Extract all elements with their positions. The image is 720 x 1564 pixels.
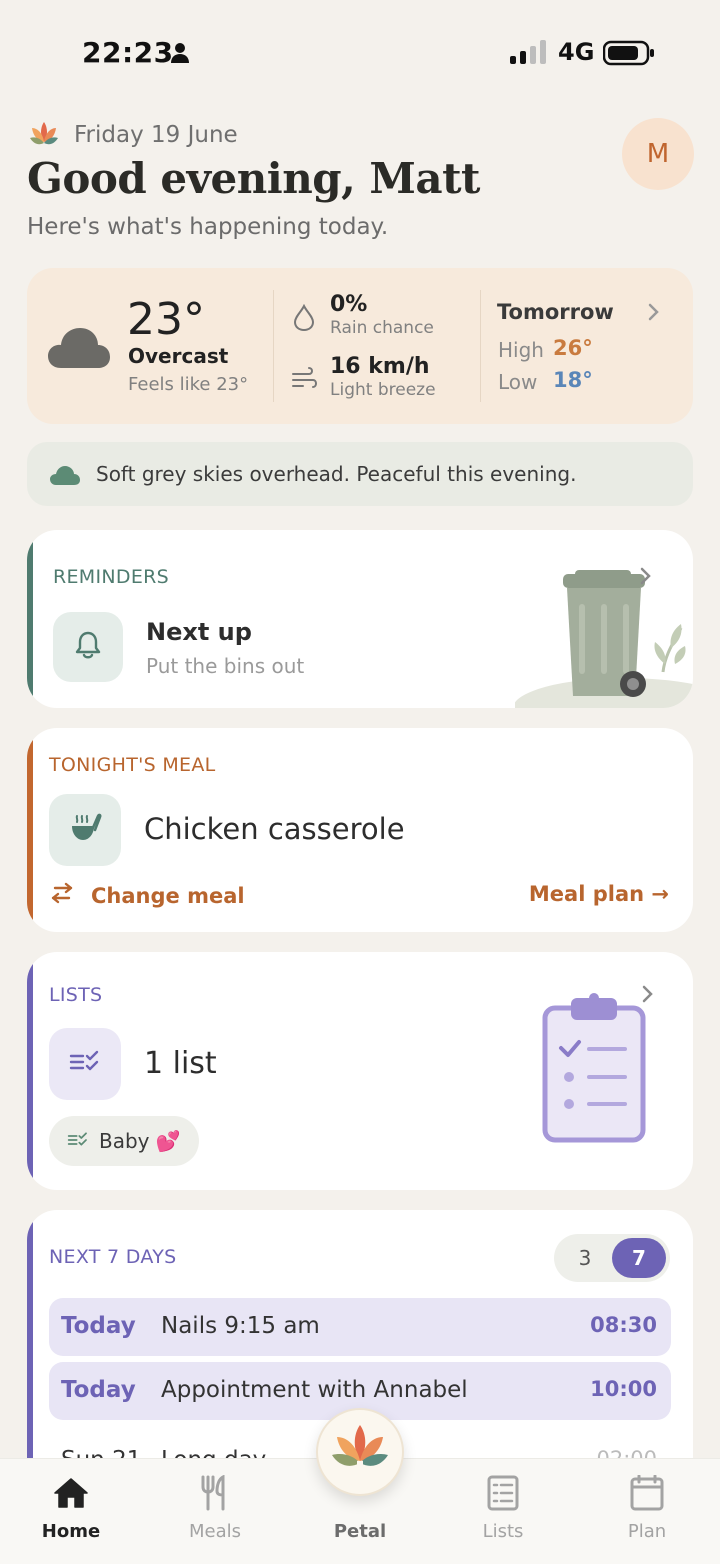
lists-label: LISTS xyxy=(49,984,103,1006)
lists-card[interactable]: LISTS 1 list Baby 💕 xyxy=(27,952,693,1190)
header-date: Friday 19 June xyxy=(74,122,238,148)
high-label: High xyxy=(498,338,544,362)
event-title: Nails 9:15 am xyxy=(161,1313,320,1339)
event-day: Today xyxy=(61,1313,136,1339)
reminders-card[interactable]: REMINDERS Next up Put the bins out xyxy=(27,530,693,708)
utensils-icon xyxy=(195,1474,235,1515)
meal-icon-box xyxy=(49,794,121,866)
wind-label: Light breeze xyxy=(330,380,436,400)
weather-condition: Overcast xyxy=(128,344,229,368)
rain-chance-value: 0% xyxy=(330,292,368,317)
current-temperature: 23° xyxy=(127,294,205,345)
change-meal-button[interactable]: Change meal xyxy=(49,882,245,909)
reminder-icon-box xyxy=(53,612,123,682)
cloud-icon xyxy=(49,464,81,490)
divider xyxy=(273,290,274,402)
reminders-label: REMINDERS xyxy=(53,566,170,588)
swap-icon xyxy=(49,882,75,909)
event-row[interactable]: Today Nails 9:15 am 08:30 xyxy=(49,1298,671,1356)
change-meal-label: Change meal xyxy=(91,883,245,908)
lists-count: 1 list xyxy=(144,1046,217,1081)
rain-chance-label: Rain chance xyxy=(330,318,434,338)
wind-speed-value: 16 km/h xyxy=(330,354,430,379)
mood-text: Soft grey skies overhead. Peaceful this … xyxy=(96,462,577,486)
list-icon xyxy=(483,1475,523,1515)
divider xyxy=(480,290,481,402)
weather-card[interactable]: 23° Overcast Feels like 23° 0% Rain chan… xyxy=(27,268,693,424)
weather-mood-banner: Soft grey skies overhead. Peaceful this … xyxy=(27,442,693,506)
event-day: Today xyxy=(61,1377,136,1403)
bell-icon xyxy=(74,630,102,664)
nav-plan[interactable]: Plan xyxy=(592,1459,702,1559)
next-days-label: NEXT 7 DAYS xyxy=(49,1246,177,1268)
status-bar: 22:23 4G xyxy=(0,0,720,100)
low-temperature: 18° xyxy=(553,368,593,392)
chevron-right-icon[interactable] xyxy=(641,984,655,1008)
soup-ladle-icon xyxy=(68,812,102,848)
signal-icon xyxy=(510,40,546,64)
reminder-subtitle: Put the bins out xyxy=(146,654,305,678)
cloud-icon xyxy=(47,324,111,374)
meal-plan-link[interactable]: Meal plan → xyxy=(529,882,669,906)
card-accent xyxy=(27,530,33,708)
profile-avatar[interactable]: M xyxy=(622,118,694,190)
petal-fab-button[interactable] xyxy=(316,1408,404,1496)
nav-label: Petal xyxy=(333,1521,387,1542)
feels-like: Feels like 23° xyxy=(128,374,249,395)
nav-label: Plan xyxy=(627,1521,667,1542)
event-time: 08:30 xyxy=(590,1313,657,1337)
nav-lists[interactable]: Lists xyxy=(448,1459,558,1559)
clipboard-illustration xyxy=(541,992,647,1148)
home-icon xyxy=(51,1475,91,1515)
list-chip[interactable]: Baby 💕 xyxy=(49,1116,199,1166)
event-title: Appointment with Annabel xyxy=(161,1377,468,1403)
nav-meals[interactable]: Meals xyxy=(160,1459,270,1559)
range-option-7[interactable]: 7 xyxy=(612,1238,666,1278)
event-time: 10:00 xyxy=(590,1377,657,1401)
tomorrow-label: Tomorrow xyxy=(497,300,614,324)
nav-label: Home xyxy=(41,1521,101,1542)
list-chip-label: Baby 💕 xyxy=(99,1129,181,1153)
days-range-toggle: 3 7 xyxy=(554,1234,670,1282)
chevron-right-icon[interactable] xyxy=(647,302,661,326)
wheelie-bin-illustration xyxy=(513,568,693,708)
nav-label: Meals xyxy=(188,1521,241,1542)
low-label: Low xyxy=(498,370,538,394)
avatar-initial: M xyxy=(646,139,670,169)
raindrop-icon xyxy=(293,303,315,336)
card-accent xyxy=(27,952,33,1190)
network-type: 4G xyxy=(558,38,595,66)
petal-logo-icon xyxy=(329,1421,391,1483)
nav-home[interactable]: Home xyxy=(16,1459,126,1559)
meal-title: Chicken casserole xyxy=(144,812,405,846)
calendar-icon xyxy=(627,1474,667,1515)
tonights-meal-card[interactable]: TONIGHT'S MEAL Chicken casserole Change … xyxy=(27,728,693,932)
status-time: 22:23 xyxy=(82,36,174,69)
checklist-icon xyxy=(67,1129,89,1153)
greeting-title: Good evening, Matt xyxy=(27,154,480,203)
battery-icon xyxy=(602,40,655,70)
petal-logo-icon xyxy=(28,120,60,152)
lists-icon-box xyxy=(49,1028,121,1100)
greeting-subtitle: Here's what's happening today. xyxy=(27,214,389,240)
wind-icon xyxy=(291,366,319,394)
card-accent xyxy=(27,728,33,932)
high-temperature: 26° xyxy=(553,336,593,360)
range-option-3[interactable]: 3 xyxy=(558,1238,612,1278)
nav-label: Lists xyxy=(482,1521,524,1542)
meal-label: TONIGHT'S MEAL xyxy=(49,754,216,776)
checklist-icon xyxy=(69,1050,101,1078)
reminder-title: Next up xyxy=(146,618,252,646)
chevron-right-icon[interactable] xyxy=(639,566,653,590)
person-icon xyxy=(170,42,190,68)
